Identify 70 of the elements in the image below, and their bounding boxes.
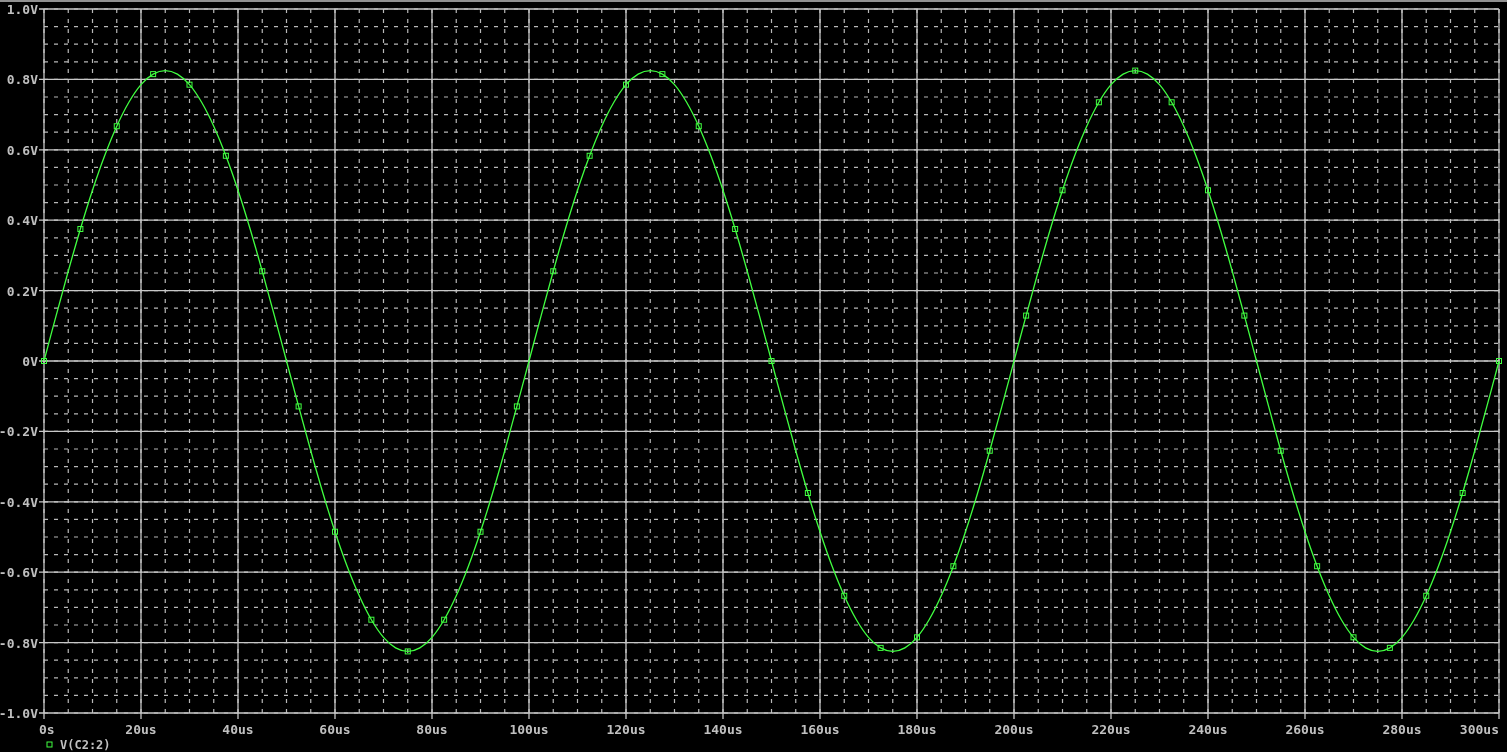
axis-label: 260us [1285,722,1325,737]
axis-label: 140us [703,722,743,737]
axis-label: 0V [22,354,38,369]
data-marker [841,592,848,599]
data-marker [41,358,47,364]
data-marker [804,490,811,496]
axis-label: 200us [994,722,1034,737]
data-marker [186,81,193,88]
data-marker [404,648,411,655]
axis-label: 240us [1188,722,1228,737]
axis-label: 1.0V [6,2,38,17]
axis-label: 80us [416,722,448,737]
data-marker [1277,447,1284,454]
data-marker [441,616,448,623]
axis-label: 60us [319,722,351,737]
data-marker [986,447,993,454]
data-marker [259,268,266,275]
data-marker [1386,644,1393,651]
data-marker [950,563,957,570]
data-marker [477,528,484,535]
data-marker [1350,634,1357,641]
data-marker [586,152,593,159]
axis-label: 40us [222,722,254,737]
legend-label: V(C2:2) [60,738,111,752]
data-marker [77,226,84,232]
axis-label: 100us [509,722,549,737]
axis-label: 20us [125,722,157,737]
axis-label: 220us [1091,722,1131,737]
axis-label: 0.8V [6,72,38,88]
data-marker [914,634,920,641]
axis-label: -0.4V [0,494,38,510]
data-marker [695,123,702,130]
axis-label: 160us [800,722,840,737]
axis-label: -1.0V [0,706,38,721]
axis-label: -0.6V [0,565,38,581]
data-marker [550,268,557,275]
data-marker [623,81,629,88]
data-marker [513,403,520,410]
axis-label: 300us [1459,722,1499,737]
data-marker [768,358,775,364]
axis-label: -0.8V [0,635,38,651]
data-marker [1132,67,1139,74]
axis-label: 120us [606,722,646,737]
data-marker [1095,99,1102,106]
data-marker [659,71,666,78]
data-marker [1023,312,1030,319]
axis-label: 0.6V [6,142,38,158]
axis-label: 180us [897,722,937,737]
data-marker [1496,358,1502,364]
axis-label: 0s [39,722,55,737]
axis-label: 280us [1382,722,1422,737]
data-marker [113,123,120,130]
data-marker [1168,99,1175,106]
data-marker [222,152,229,159]
axis-label: 0.2V [6,283,38,299]
axis-label: 0.4V [6,213,38,229]
data-marker [877,644,884,651]
legend-marker-icon [46,741,53,748]
data-marker [1459,490,1466,496]
data-marker [1241,312,1248,319]
data-marker [295,403,302,410]
data-marker [732,226,739,232]
axis-label: -0.2V [0,424,38,440]
data-marker [1059,187,1066,194]
data-marker [368,616,375,623]
data-marker [1205,187,1211,194]
data-marker [1423,592,1430,599]
data-marker [332,528,338,535]
data-marker [150,71,157,78]
data-marker [1314,563,1321,570]
